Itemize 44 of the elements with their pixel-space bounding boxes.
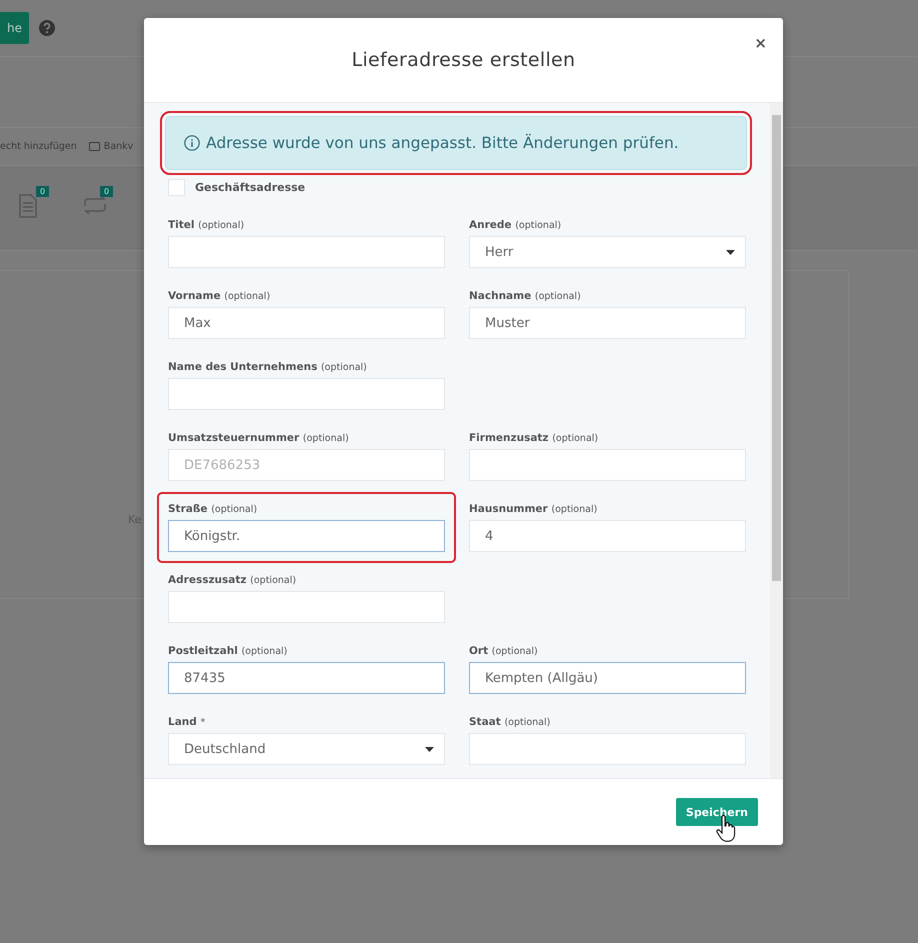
action-button[interactable]: he [0,12,29,44]
document-icon[interactable] [18,194,38,218]
field-label: Titel (optional) [168,219,246,231]
caret-icon [425,746,434,752]
modal-title: Lieferadresse erstellen [352,49,576,71]
field-label: Postleitzahl (optional) [168,645,288,657]
field-label: Nachname (optional) [469,290,582,302]
field-label: Land * [168,716,206,728]
input-field[interactable] [469,733,746,765]
count-badge: 0 [36,186,50,197]
input-field[interactable] [469,449,746,481]
repeat-icon[interactable] [82,194,108,216]
checkbox-label: Geschäftsadresse [195,181,306,194]
checkbox[interactable] [168,179,185,196]
field-label: Firmenzusatz (optional) [469,432,600,444]
select-field[interactable]: Herr [469,236,746,268]
select-field[interactable]: Deutschland [168,733,445,765]
field-label: Name des Unternehmens (optional) [168,361,368,373]
info-icon [184,135,200,151]
input-field[interactable]: DE7686253 [168,449,445,481]
field-label: Hausnummer (optional) [469,503,598,515]
input-field[interactable]: Max [168,307,445,339]
input-field[interactable] [168,378,445,410]
help-icon[interactable] [39,20,55,36]
wallet-icon [88,142,100,151]
input-field[interactable]: Königstr. [168,520,445,552]
input-field[interactable] [168,236,445,268]
alert-text: Adresse wurde von uns angepasst. Bitte Änderungen prüfen. [206,134,679,152]
input-field[interactable] [168,591,445,623]
input-field[interactable]: 4 [469,520,746,552]
scrollbar[interactable] [770,103,783,778]
input-field[interactable]: Kempten (Allgäu) [469,662,746,694]
field-label: Anrede (optional) [469,219,562,231]
field-label: Umsatzsteuernummer (optional) [168,432,350,444]
field-label: Adresszusatz (optional) [168,574,298,586]
close-button[interactable]: × [754,34,767,52]
input-field[interactable]: 87435 [168,662,445,694]
field-label: Straße (optional) [168,503,258,515]
field-label: Vorname (optional) [168,290,272,302]
count-badge: 0 [100,186,114,197]
field-label: Ort (optional) [469,645,539,657]
field-label: Staat (optional) [469,716,552,728]
input-field[interactable]: Muster [469,307,746,339]
save-button[interactable]: Speichern [676,798,758,826]
